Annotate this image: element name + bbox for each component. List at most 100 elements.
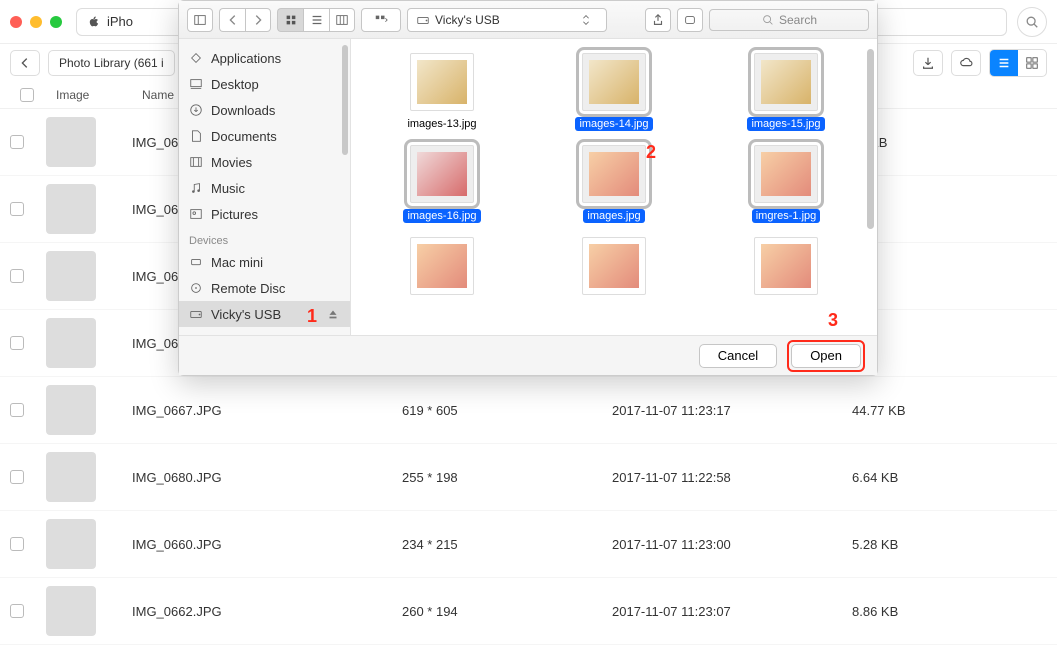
row-size: KB <box>852 336 1047 351</box>
row-thumbnail <box>46 251 96 301</box>
list-view-button[interactable] <box>990 50 1018 76</box>
nav-forward-button[interactable] <box>245 8 271 32</box>
finder-search-input[interactable]: Search <box>709 9 869 31</box>
row-size: KB <box>852 269 1047 284</box>
row-dim: 234 * 215 <box>402 537 612 552</box>
row-checkbox[interactable] <box>10 537 24 551</box>
sidebar-item-mac-mini[interactable]: Mac mini <box>179 249 350 275</box>
sidebar-item-music[interactable]: Music <box>179 175 350 201</box>
file-tile[interactable]: images-16.jpg <box>361 145 523 223</box>
row-date: 2017-11-07 11:23:00 <box>612 537 852 552</box>
row-name: IMG_0660.JPG <box>132 537 402 552</box>
minimize-icon[interactable] <box>30 16 42 28</box>
doc-icon <box>189 129 203 143</box>
location-dropdown[interactable]: Vicky's USB <box>407 8 607 32</box>
grid-scrollbar[interactable] <box>867 49 874 229</box>
usb-icon <box>189 307 203 321</box>
select-all-checkbox[interactable] <box>20 88 34 102</box>
eject-icon[interactable] <box>326 307 340 321</box>
disc-icon <box>189 281 203 295</box>
sidebar-item-documents[interactable]: Documents <box>179 123 350 149</box>
grid-icon <box>1025 56 1039 70</box>
finder-sidebar: ApplicationsDesktopDownloadsDocumentsMov… <box>179 39 351 335</box>
mac-icon <box>189 255 203 269</box>
music-icon <box>189 181 203 195</box>
list-view-button[interactable] <box>303 8 329 32</box>
row-checkbox[interactable] <box>10 604 24 618</box>
open-button[interactable]: Open <box>791 344 861 368</box>
annotation-1: 1 <box>307 306 317 327</box>
cloud-button[interactable] <box>951 50 981 76</box>
row-size: 44.77 KB <box>852 403 1047 418</box>
sidebar-item-remote-disc[interactable]: Remote Disc <box>179 275 350 301</box>
row-name: IMG_0662.JPG <box>132 604 402 619</box>
back-button[interactable] <box>10 50 40 76</box>
tags-button[interactable] <box>677 8 703 32</box>
table-row[interactable]: IMG_0680.JPG 255 * 198 2017-11-07 11:22:… <box>0 444 1057 511</box>
sidebar-item-downloads[interactable]: Downloads <box>179 97 350 123</box>
file-tile[interactable]: images-14.jpg <box>533 53 695 131</box>
close-icon[interactable] <box>10 16 22 28</box>
row-checkbox[interactable] <box>10 269 24 283</box>
grid-view-button[interactable] <box>1018 50 1046 76</box>
row-thumbnail <box>46 452 96 502</box>
nav-back-button[interactable] <box>219 8 245 32</box>
row-date: 2017-11-07 11:23:07 <box>612 604 852 619</box>
file-tile[interactable]: images-13.jpg <box>361 53 523 131</box>
view-toggle <box>989 49 1047 77</box>
col-size <box>862 88 1047 102</box>
file-tile[interactable]: images-15.jpg <box>705 53 867 131</box>
chevron-right-icon <box>251 13 265 27</box>
share-icon <box>651 13 665 27</box>
file-tile[interactable]: images.jpg <box>533 145 695 223</box>
sidebar-item-movies[interactable]: Movies <box>179 149 350 175</box>
file-thumbnail <box>754 237 818 295</box>
row-checkbox[interactable] <box>10 336 24 350</box>
file-tile[interactable]: imgres-1.jpg <box>705 145 867 223</box>
row-thumbnail <box>46 318 96 368</box>
list-icon <box>310 13 324 27</box>
devices-header: Devices <box>179 227 350 249</box>
file-tile[interactable] <box>533 237 695 303</box>
col-image[interactable]: Image <box>56 88 142 102</box>
file-thumbnail <box>754 53 818 111</box>
cancel-button[interactable]: Cancel <box>699 344 777 368</box>
movie-icon <box>189 155 203 169</box>
row-checkbox[interactable] <box>10 403 24 417</box>
file-tile[interactable] <box>361 237 523 303</box>
file-name: imgres-1.jpg <box>752 209 821 223</box>
sidebar-item-desktop[interactable]: Desktop <box>179 71 350 97</box>
grid-icon <box>284 13 298 27</box>
arrange-icon <box>374 13 388 27</box>
table-row[interactable]: IMG_0662.JPG 260 * 194 2017-11-07 11:23:… <box>0 578 1057 645</box>
updown-icon <box>579 13 593 27</box>
tag-icon <box>683 13 697 27</box>
row-dim: 255 * 198 <box>402 470 612 485</box>
sidebar-toggle-button[interactable] <box>187 8 213 32</box>
sidebar-scrollbar[interactable] <box>342 45 348 155</box>
table-row[interactable]: IMG_0660.JPG 234 * 215 2017-11-07 11:23:… <box>0 511 1057 578</box>
column-view-button[interactable] <box>329 8 355 32</box>
breadcrumb[interactable]: Photo Library (661 i <box>48 50 175 76</box>
sidebar-item-applications[interactable]: Applications <box>179 45 350 71</box>
finder-body: ApplicationsDesktopDownloadsDocumentsMov… <box>179 39 877 335</box>
row-name: IMG_0680.JPG <box>132 470 402 485</box>
row-thumbnail <box>46 586 96 636</box>
icon-view-button[interactable] <box>277 8 303 32</box>
maximize-icon[interactable] <box>50 16 62 28</box>
annotation-3: 3 <box>828 310 838 331</box>
import-button[interactable] <box>913 50 943 76</box>
global-search-button[interactable] <box>1017 7 1047 37</box>
arrange-button[interactable] <box>361 8 401 32</box>
file-thumbnail <box>754 145 818 203</box>
sidebar-item-pictures[interactable]: Pictures <box>179 201 350 227</box>
table-row[interactable]: IMG_0667.JPG 619 * 605 2017-11-07 11:23:… <box>0 377 1057 444</box>
file-thumbnail <box>410 53 474 111</box>
row-checkbox[interactable] <box>10 202 24 216</box>
share-button[interactable] <box>645 8 671 32</box>
search-icon <box>761 13 775 27</box>
file-tile[interactable] <box>705 237 867 303</box>
row-checkbox[interactable] <box>10 470 24 484</box>
sidebar-item-vicky-s-usb[interactable]: Vicky's USB <box>179 301 350 327</box>
row-checkbox[interactable] <box>10 135 24 149</box>
